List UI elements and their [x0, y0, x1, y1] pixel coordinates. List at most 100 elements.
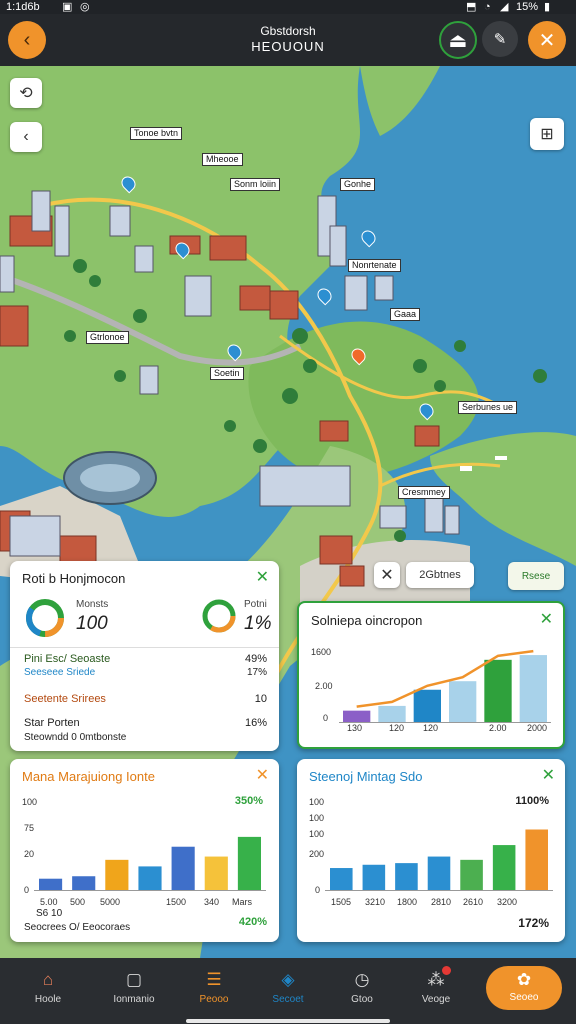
y-tick: 2.00 [315, 681, 333, 691]
y-tick: 1600 [311, 647, 332, 657]
chart-bar [492, 845, 516, 891]
trend-card-title: Solniepa oincropon [311, 613, 423, 628]
divider [10, 647, 279, 648]
trend-bar-chart [339, 649, 551, 723]
nav-item-history[interactable]: ◷ Gtoo [326, 958, 398, 1024]
home-indicator[interactable] [186, 1019, 390, 1023]
map-label[interactable]: Nonrtenate [348, 259, 401, 272]
map-label[interactable]: Gtrlonoe [86, 331, 129, 344]
notification-icon: ▣ [62, 1, 73, 13]
nav-label: Secoet [272, 994, 304, 1005]
map-label[interactable]: Tonoe bvtn [130, 127, 183, 140]
map-label[interactable]: Serbunes ue [458, 401, 518, 414]
apps-icon: ✿ [516, 970, 532, 989]
map-label[interactable]: Mheooe [202, 153, 243, 166]
metric2-label: Potni [244, 599, 267, 610]
chart-bar [484, 659, 512, 723]
chart-bar [460, 859, 483, 891]
map-label[interactable]: Sonm loiin [230, 178, 281, 191]
clock-icon: ◷ [354, 970, 370, 989]
status-bar: 1:1d6b ▣ ◎ ⬒ ◔ ◢ 15% ▮ [0, 0, 576, 14]
chart-bar [330, 868, 353, 891]
compass-icon: ◈ [281, 970, 295, 989]
orange-chart-title: Mana Marajuiong Ionte [22, 769, 155, 784]
chart-bar [449, 681, 477, 723]
chart-bottom-value: 172% [518, 916, 549, 930]
stat-row-value: 10 [254, 693, 267, 705]
chart-bar [362, 864, 386, 891]
blue-chart-card: Steenoj Mintag Sdo ✕ 1100% 100 100 100 2… [297, 759, 565, 942]
close-button[interactable]: ✕ [528, 21, 566, 59]
close-icon[interactable]: ✕ [540, 609, 553, 629]
chart-bar [105, 859, 129, 891]
chart-bar [237, 836, 261, 891]
wifi-icon: ◔ [484, 1, 491, 13]
edit-button[interactable]: ✎ [482, 21, 518, 57]
x-tick: 340 [204, 897, 220, 907]
close-icon[interactable]: ✕ [256, 567, 269, 587]
map-label[interactable]: Gonhe [340, 178, 376, 191]
x-tick: 1505 [331, 897, 352, 907]
x-tick: 1500 [166, 897, 187, 907]
nav-label: Ionmanio [113, 994, 155, 1005]
close-icon[interactable]: ✕ [542, 765, 555, 785]
nav-item-list[interactable]: ☰ Peooo [178, 958, 250, 1024]
nav-item-home[interactable]: ⌂ Hoole [12, 958, 84, 1024]
recenter-button[interactable]: ⟲ [10, 78, 42, 108]
profile-button[interactable]: ⏏ [439, 21, 477, 59]
chart-bar [343, 710, 371, 723]
sync-icon: ◎ [80, 1, 90, 13]
x-tick: 2.00 [489, 723, 507, 733]
map-back-button[interactable]: ‹ [10, 122, 42, 152]
nav-label: Seoeo [509, 992, 539, 1003]
notification-dot [442, 966, 451, 975]
chart-footer-line: Seocrees O/ Eeocoraes [24, 922, 131, 933]
chart-bar [519, 655, 547, 723]
metric1-label: Monsts [76, 599, 109, 610]
bottom-nav: ⌂ Hoole ▢ Ionmanio ☰ Peooo ◈ Secoet ◷ Gt… [0, 958, 576, 1024]
chart-bar [427, 856, 451, 891]
close-icon: ✕ [538, 29, 556, 52]
stat-row-label: Star Porten [24, 717, 80, 729]
blue-bar-chart [325, 829, 553, 891]
x-tick: 130 [347, 723, 363, 733]
x-tick: 2610 [463, 897, 484, 907]
chart-bar [395, 863, 418, 891]
nav-item-apps[interactable]: ✿ Seoeo [486, 966, 562, 1010]
layers-button[interactable]: ⊞ [530, 118, 564, 150]
x-tick: 1800 [397, 897, 418, 907]
stat-row-value: 49% [244, 653, 267, 665]
stat-row-value: 16% [244, 717, 267, 729]
map-label[interactable]: Cresmmey [398, 486, 450, 499]
nav-label: Hoole [34, 994, 62, 1005]
close-icon[interactable]: ✕ [256, 765, 269, 785]
x-tick: 2000 [527, 723, 548, 733]
grid-icon: ⊞ [540, 126, 554, 143]
chart-bar [138, 866, 162, 891]
y-tick: 100 [309, 797, 325, 807]
x-tick: 500 [70, 897, 86, 907]
nav-label: Peooo [199, 994, 229, 1005]
battery-label: 15% [516, 1, 539, 13]
nav-item-gallery[interactable]: ▢ Ionmanio [98, 958, 170, 1024]
nav-item-graph[interactable]: ⁂ Veoge [400, 958, 472, 1024]
stat-row-label: Seeseee Sriede [24, 667, 96, 678]
x-tick: 3210 [365, 897, 386, 907]
card-footer: Steowndd 0 0mtbonste [24, 732, 127, 743]
close-icon: ✕ [380, 567, 394, 584]
home-icon: ⌂ [42, 970, 54, 989]
route-counter[interactable]: 2Gbtnes [406, 562, 474, 588]
x-tick: 120 [389, 723, 405, 733]
nav-item-explore[interactable]: ◈ Secoet [252, 958, 324, 1024]
x-tick: 2810 [431, 897, 452, 907]
map-label[interactable]: Soetin [210, 367, 244, 380]
battery-icon: ▮ [544, 1, 551, 13]
map-close-button[interactable]: ✕ [374, 562, 400, 588]
legend-badge[interactable]: Rsese [508, 562, 564, 590]
map-label[interactable]: Gaaa [390, 308, 421, 321]
vibrate-icon: ⬒ [466, 1, 477, 13]
summary-card: Roti b Honjmocon ✕ Monsts 100 Potni 1% P… [10, 561, 279, 751]
x-tick: Mars [232, 897, 252, 907]
nav-label: Gtoo [351, 994, 373, 1005]
locate-icon: ⟲ [19, 85, 33, 102]
